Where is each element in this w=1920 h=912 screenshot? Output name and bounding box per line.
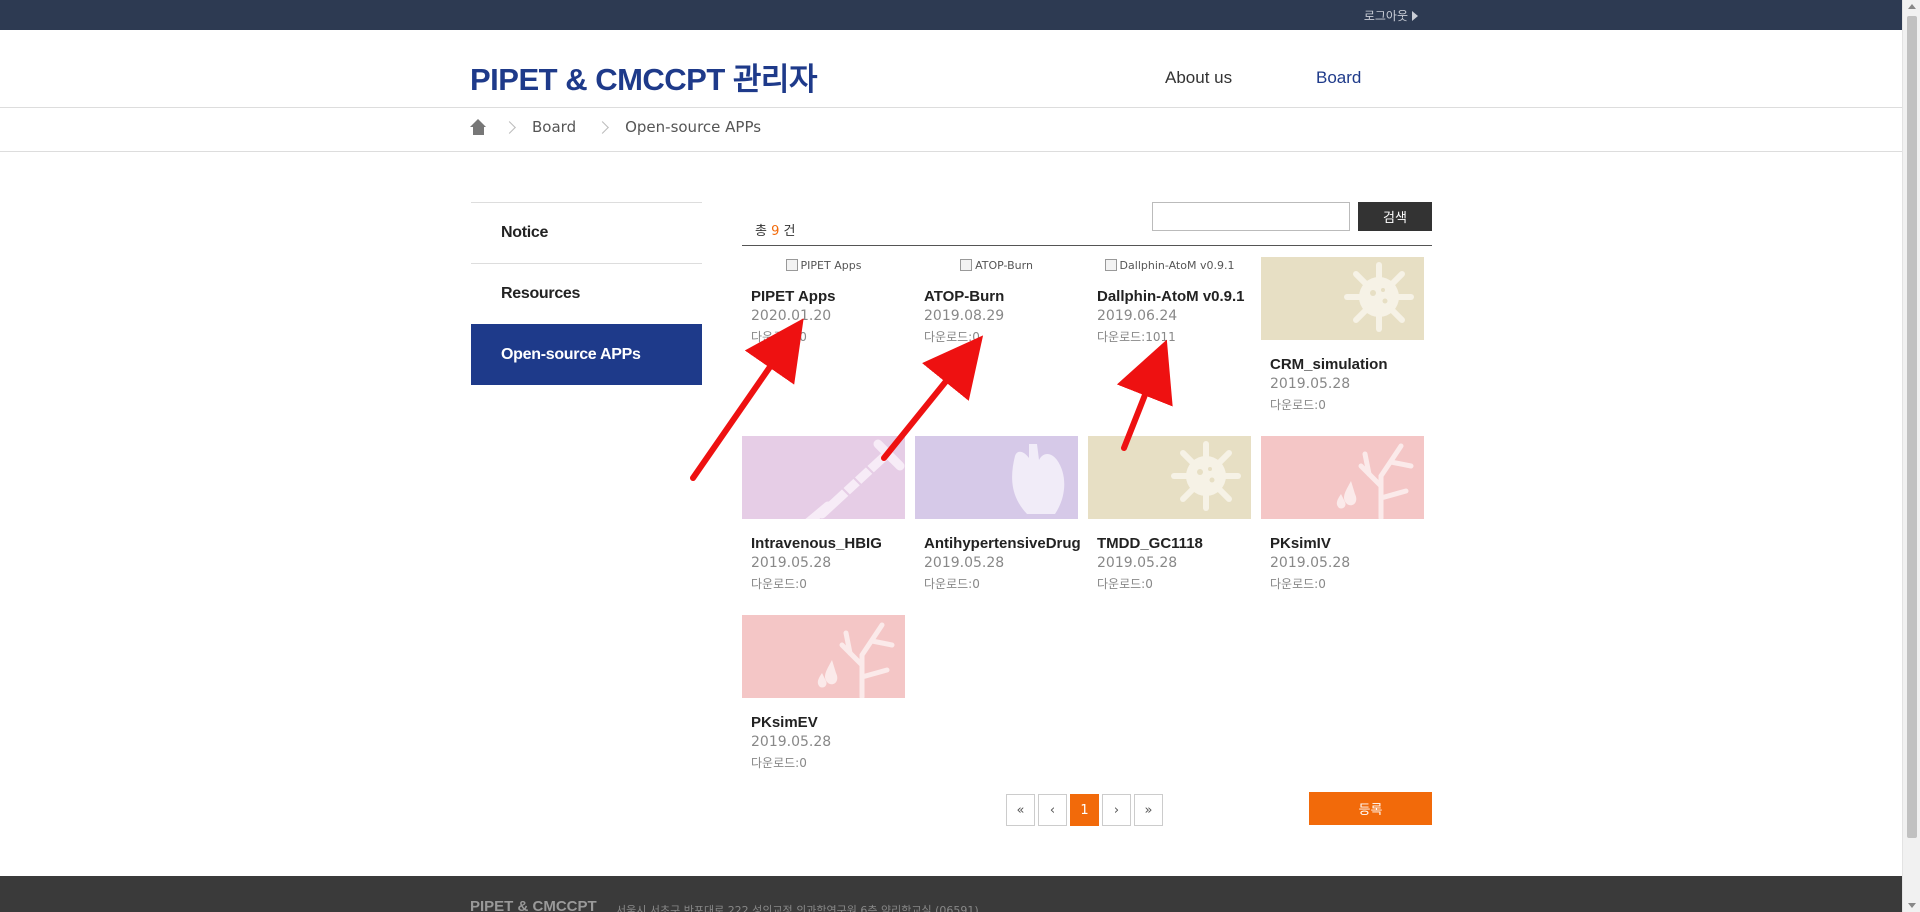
breadcrumb-board[interactable]: Board [532,118,576,136]
item-downloads: 다운로드:0 [751,330,807,344]
page-1-button[interactable]: 1 [1070,794,1099,826]
total-suffix: 건 [783,224,796,239]
total-prefix: 총 [755,224,767,239]
item-title[interactable]: Dallphin-AtoM v0.9.1 [1097,288,1245,305]
search-button[interactable]: 검색 [1358,202,1432,231]
sidebar-item-notice[interactable]: Notice [471,202,702,263]
broken-image-icon: ATOP-Burn [915,255,1078,275]
item-title[interactable]: PIPET Apps [751,288,835,305]
item-downloads: 다운로드:0 [1097,577,1153,591]
breadcrumb: Board Open-source APPs [0,108,1902,152]
virus-icon[interactable] [1261,257,1424,340]
sidebar-menu: Notice Resources Open-source APPs [471,202,702,385]
item-date: 2019.06.24 [1097,308,1178,324]
nav-about-us[interactable]: About us [1165,68,1232,88]
first-page-button[interactable]: « [1006,794,1035,826]
item-downloads: 다운로드:0 [924,577,980,591]
scroll-up-icon[interactable] [1908,4,1916,9]
sidebar-item-resources[interactable]: Resources [471,263,702,324]
virus-icon[interactable] [1088,436,1251,519]
item-date: 2019.05.28 [751,555,832,571]
item-date: 2019.05.28 [751,734,832,750]
item-date: 2020.01.20 [751,308,832,324]
list-item[interactable]: PIPET Apps PIPET Apps 2020.01.20 다운로드:0 [742,255,905,430]
item-date: 2019.05.28 [924,555,1005,571]
nav-board[interactable]: Board [1316,68,1361,88]
home-icon[interactable] [470,119,487,135]
item-title[interactable]: AntihypertensiveDrug [924,535,1081,552]
item-date: 2019.08.29 [924,308,1005,324]
next-page-button[interactable]: › [1102,794,1131,826]
site-footer: PIPET & CMCCPT 서울시 서초구 반포대로 222 성의교정 의과학… [0,876,1902,912]
item-title[interactable]: ATOP-Burn [924,288,1004,305]
logout-link[interactable]: 로그아웃 [1364,7,1418,24]
item-date: 2019.05.28 [1097,555,1178,571]
item-downloads: 다운로드:0 [751,577,807,591]
logout-label: 로그아웃 [1363,9,1408,23]
total-number: 9 [771,224,780,239]
site-logo[interactable]: PIPET & CMCCPT 관리자 [470,54,817,99]
chevron-right-icon [503,120,516,134]
item-date: 2019.05.28 [1270,376,1351,392]
list-item[interactable]: Intravenous_HBIG 2019.05.28 다운로드:0 [742,436,905,611]
list-item[interactable]: PKsimIV 2019.05.28 다운로드:0 [1261,436,1424,611]
search-input[interactable] [1152,202,1350,231]
item-title[interactable]: Intravenous_HBIG [751,535,882,552]
vertical-scrollbar[interactable] [1902,0,1920,912]
item-title[interactable]: PKsimEV [751,714,818,731]
register-button[interactable]: 등록 [1309,792,1432,825]
scroll-down-icon[interactable] [1908,903,1916,908]
last-page-button[interactable]: » [1134,794,1163,826]
list-item[interactable]: AntihypertensiveDrug 2019.05.28 다운로드:0 [915,436,1081,611]
list-item[interactable]: CRM_simulation 2019.05.28 다운로드:0 [1261,257,1424,432]
syringe-icon[interactable] [742,436,905,519]
broken-image-icon: PIPET Apps [742,255,905,275]
total-count: 총 9 건 [755,220,796,239]
top-utility-bar: 로그아웃 [0,0,1902,30]
chevron-right-icon [596,120,609,134]
site-header: PIPET & CMCCPT 관리자 About us Board [0,30,1902,108]
item-downloads: 다운로드:0 [924,330,980,344]
item-downloads: 다운로드:0 [1270,398,1326,412]
item-downloads: 다운로드:0 [1270,577,1326,591]
list-item[interactable]: PKsimEV 2019.05.28 다운로드:0 [742,615,905,790]
item-title[interactable]: CRM_simulation [1270,356,1388,373]
list-item[interactable]: Dallphin-AtoM v0.9.1 Dallphin-AtoM v0.9.… [1088,255,1251,430]
list-divider [742,245,1432,246]
item-date: 2019.05.28 [1270,555,1351,571]
prev-page-button[interactable]: ‹ [1038,794,1067,826]
item-title[interactable]: PKsimIV [1270,535,1331,552]
broken-image-icon: Dallphin-AtoM v0.9.1 [1088,255,1251,275]
lung-drop-icon[interactable] [742,615,905,698]
list-item[interactable]: ATOP-Burn ATOP-Burn 2019.08.29 다운로드:0 [915,255,1078,430]
sidebar-item-open-source-apps[interactable]: Open-source APPs [471,324,702,385]
scrollbar-thumb[interactable] [1907,16,1917,838]
breadcrumb-open-source-apps[interactable]: Open-source APPs [625,118,761,136]
footer-address: 서울시 서초구 반포대로 222 성의교정 의과학연구원 6층 약리학교실 (0… [616,904,979,912]
item-downloads: 다운로드:1011 [1097,330,1176,344]
footer-brand: PIPET & CMCCPT [470,898,597,912]
lung-drop-icon[interactable] [1261,436,1424,519]
list-item[interactable]: TMDD_GC1118 2019.05.28 다운로드:0 [1088,436,1251,611]
item-title[interactable]: TMDD_GC1118 [1097,535,1203,552]
heart-icon[interactable] [915,436,1078,519]
pagination: « ‹ 1 › » [1006,794,1163,826]
item-downloads: 다운로드:0 [751,756,807,770]
play-arrow-icon [1412,10,1418,21]
